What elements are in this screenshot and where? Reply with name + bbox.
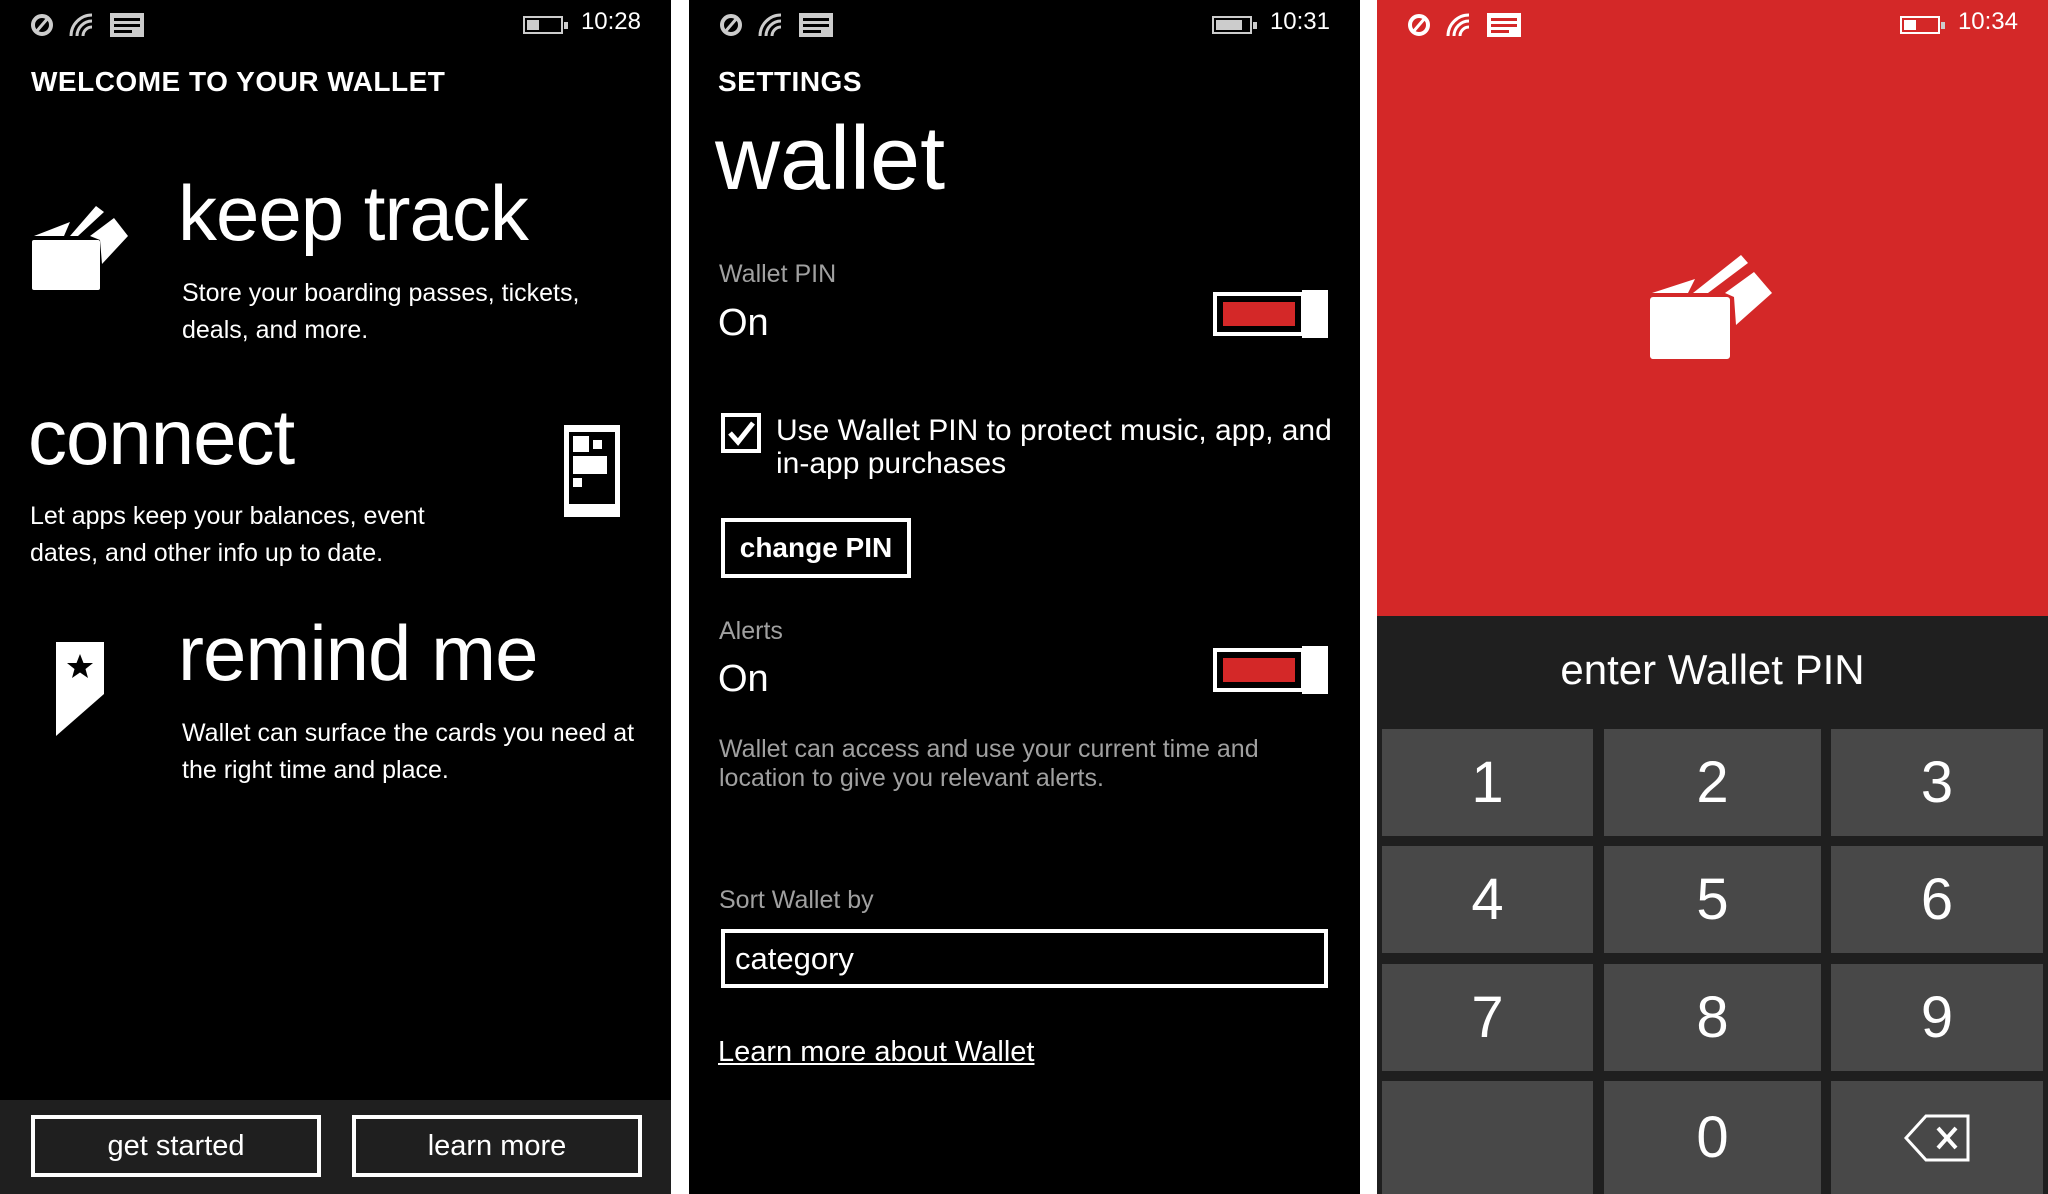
pin-entry-screen: 10:34 enter Wallet PIN 123 456 7890	[1377, 0, 2048, 1194]
wallet-pin-value: On	[718, 302, 769, 344]
wallet-cards-icon	[32, 206, 128, 290]
digit-key-1[interactable]: 1	[1382, 729, 1593, 836]
wifi-icon	[69, 13, 93, 37]
battery-icon	[1900, 16, 1945, 34]
wallet-pin-toggle[interactable]	[1213, 290, 1328, 338]
empty-key	[1382, 1081, 1593, 1194]
wifi-icon	[758, 13, 782, 37]
phone-tiles-icon	[564, 425, 620, 517]
backspace-key[interactable]	[1831, 1081, 2043, 1194]
protect-purchases-label: Use Wallet PIN to protect music, app, an…	[776, 414, 1332, 480]
pin-prompt: enter Wallet PIN	[1560, 646, 1865, 693]
digit-key-4[interactable]: 4	[1382, 846, 1593, 953]
clock: 10:34	[1957, 8, 2018, 35]
digit-key-3[interactable]: 3	[1831, 729, 2043, 836]
learn-more-link[interactable]: Learn more about Wallet	[718, 1036, 1034, 1069]
alerts-label: Alerts	[719, 617, 783, 645]
digit-key-5[interactable]: 5	[1604, 846, 1821, 953]
backspace-icon	[1904, 1114, 1970, 1161]
section-heading: keep track	[178, 169, 529, 257]
status-bar	[1407, 12, 1521, 38]
message-icon	[799, 13, 833, 37]
clock: 10:31	[1269, 8, 1330, 35]
sort-select[interactable]: category	[721, 929, 1328, 988]
status-bar	[719, 12, 833, 38]
clock: 10:28	[580, 8, 641, 35]
message-icon	[1487, 13, 1521, 37]
star-tag-icon	[56, 642, 104, 736]
learn-more-button[interactable]: learn more	[352, 1115, 642, 1177]
digit-key-9[interactable]: 9	[1831, 964, 2043, 1071]
digit-key-8[interactable]: 8	[1604, 964, 1821, 1071]
signal-strength-icon	[31, 14, 53, 36]
signal-strength-icon	[1408, 14, 1430, 36]
digit-key-0[interactable]: 0	[1604, 1081, 1821, 1194]
wallet-pin-label: Wallet PIN	[719, 260, 837, 288]
battery-charging-icon	[1212, 16, 1257, 34]
alerts-toggle[interactable]	[1213, 646, 1328, 694]
page-title: wallet	[715, 109, 946, 209]
alerts-description: Wallet can access and use your current t…	[719, 735, 1259, 792]
get-started-button[interactable]: get started	[31, 1115, 321, 1177]
section-text: Store your boarding passes, tickets, dea…	[182, 279, 580, 344]
settings-screen: 10:31 SETTINGS wallet Wallet PIN On Use …	[689, 0, 1360, 1194]
section-heading: connect	[28, 393, 295, 481]
section-heading: remind me	[178, 609, 538, 697]
checkmark-icon	[728, 421, 755, 446]
page-title: WELCOME TO YOUR WALLET	[31, 66, 446, 97]
protect-purchases-checkbox[interactable]	[721, 413, 761, 453]
section-title: SETTINGS	[718, 66, 863, 97]
status-bar	[30, 12, 144, 38]
change-pin-button[interactable]: change PIN	[721, 518, 911, 578]
message-icon	[110, 13, 144, 37]
battery-icon	[523, 16, 568, 34]
wallet-cards-icon	[1650, 255, 1772, 359]
section-text: Wallet can surface the cards you need at…	[182, 719, 635, 784]
alerts-value: On	[718, 658, 769, 700]
welcome-screen: 10:28 WELCOME TO YOUR WALLET keep track …	[0, 0, 671, 1194]
digit-key-6[interactable]: 6	[1831, 846, 2043, 953]
digit-key-2[interactable]: 2	[1604, 729, 1821, 836]
digit-key-7[interactable]: 7	[1382, 964, 1593, 1071]
sort-label: Sort Wallet by	[719, 886, 874, 914]
section-text: Let apps keep your balances, event dates…	[30, 502, 425, 567]
signal-strength-icon	[720, 14, 742, 36]
wifi-icon	[1446, 13, 1470, 37]
